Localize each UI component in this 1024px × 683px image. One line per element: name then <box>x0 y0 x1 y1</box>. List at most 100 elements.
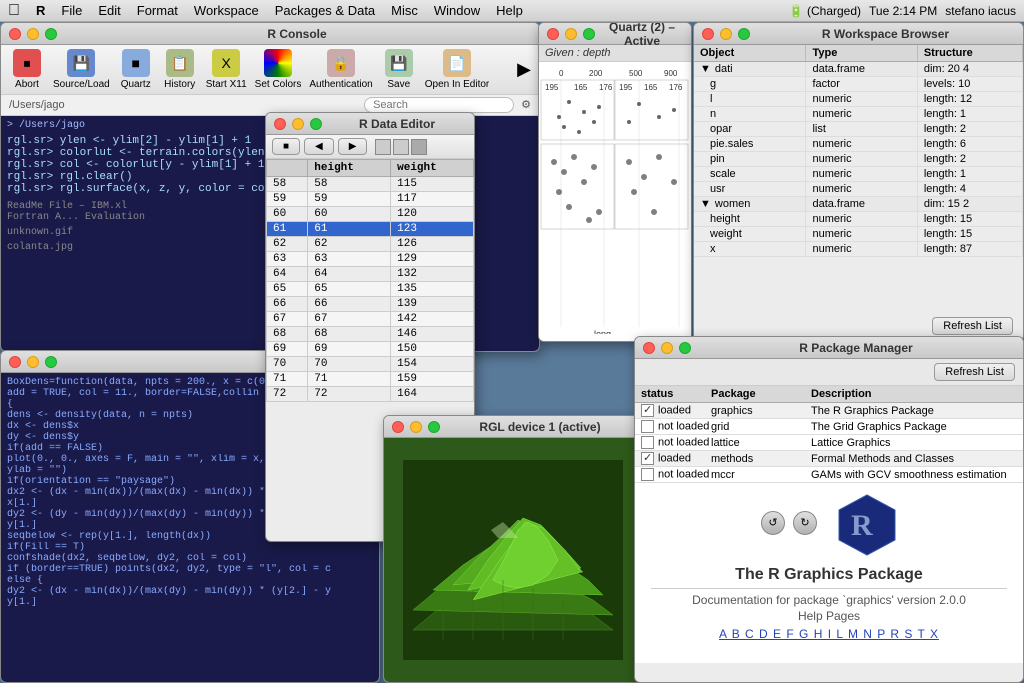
pkg-alphabet[interactable]: A B C D E F G H I L M N P R S T X <box>651 627 1007 641</box>
history-button[interactable]: 📋 History <box>162 49 198 90</box>
data-table-row[interactable]: 6969150 <box>267 342 474 357</box>
workspace-row[interactable]: weightnumericlength: 15 <box>694 227 1023 242</box>
ws-col-structure[interactable]: Structure <box>917 45 1022 62</box>
cell-weight[interactable]: 150 <box>391 342 474 357</box>
r-code-maximize[interactable] <box>45 356 57 368</box>
workspace-minimize[interactable] <box>720 28 732 40</box>
apple-menu[interactable]:  <box>8 2 20 20</box>
menu-edit[interactable]: Edit <box>98 3 120 18</box>
close-button[interactable] <box>9 28 21 40</box>
cell-height[interactable]: 64 <box>308 267 391 282</box>
cell-weight[interactable]: 142 <box>391 312 474 327</box>
data-editor-toolbar-btn1[interactable]: ■ <box>272 138 300 155</box>
save-button[interactable]: 💾 Save <box>381 49 417 90</box>
cell-weight[interactable]: 126 <box>391 237 474 252</box>
set-colors-button[interactable]: Set Colors <box>255 49 302 90</box>
pkg-name[interactable]: methods <box>711 453 811 465</box>
workspace-row[interactable]: xnumericlength: 87 <box>694 242 1023 257</box>
quartz-minimize[interactable] <box>565 28 577 40</box>
minimize-button[interactable] <box>27 28 39 40</box>
cell-weight[interactable]: 129 <box>391 252 474 267</box>
cell-weight[interactable]: 139 <box>391 297 474 312</box>
menu-window[interactable]: Window <box>434 3 480 18</box>
cell-height[interactable]: 70 <box>308 357 391 372</box>
workspace-row[interactable]: ▼datidata.framedim: 20 4 <box>694 62 1023 77</box>
cell-weight[interactable]: 164 <box>391 387 474 402</box>
data-table-row[interactable]: 6666139 <box>267 297 474 312</box>
start-x11-button[interactable]: X Start X11 <box>206 49 247 90</box>
rgl-maximize[interactable] <box>428 421 440 433</box>
workspace-row[interactable]: usrnumericlength: 4 <box>694 182 1023 197</box>
pkg-name[interactable]: lattice <box>711 437 811 449</box>
data-editor-toolbar-btn2[interactable]: ◀ <box>304 138 334 155</box>
menu-misc[interactable]: Misc <box>391 3 418 18</box>
search-settings-icon[interactable]: ⚙ <box>521 99 531 111</box>
pkg-back-button[interactable]: ↺ <box>761 511 785 535</box>
workspace-row[interactable]: gfactorlevels: 10 <box>694 77 1023 92</box>
data-table-row[interactable]: 6767142 <box>267 312 474 327</box>
cell-height[interactable]: 61 <box>308 222 391 237</box>
view-option-3[interactable] <box>411 139 427 155</box>
source-load-button[interactable]: 💾 Source/Load <box>53 49 110 90</box>
quartz-button[interactable]: ■ Quartz <box>118 49 154 90</box>
cell-height[interactable]: 60 <box>308 207 391 222</box>
workspace-row[interactable]: scalenumericlength: 1 <box>694 167 1023 182</box>
cell-weight[interactable]: 159 <box>391 372 474 387</box>
data-table-row[interactable]: 6161123 <box>267 222 474 237</box>
pkg-row[interactable]: loadedgraphicsThe R Graphics Package <box>635 403 1023 419</box>
pkg-manager-minimize[interactable] <box>661 342 673 354</box>
expand-toolbar-button[interactable]: ▶ <box>517 59 531 80</box>
r-code-minimize[interactable] <box>27 356 39 368</box>
cell-weight[interactable]: 120 <box>391 207 474 222</box>
view-option-2[interactable] <box>393 139 409 155</box>
workspace-row[interactable]: pinnumericlength: 2 <box>694 152 1023 167</box>
cell-height[interactable]: 66 <box>308 297 391 312</box>
workspace-row[interactable]: lnumericlength: 12 <box>694 92 1023 107</box>
data-table-row[interactable]: 6060120 <box>267 207 474 222</box>
open-in-editor-button[interactable]: 📄 Open In Editor <box>425 49 489 90</box>
maximize-button[interactable] <box>45 28 57 40</box>
menu-help[interactable]: Help <box>496 3 523 18</box>
pkg-manager-maximize[interactable] <box>679 342 691 354</box>
quartz-maximize[interactable] <box>583 28 595 40</box>
authentication-button[interactable]: 🔒 Authentication <box>309 49 372 90</box>
data-editor-close[interactable] <box>274 118 286 130</box>
col-header-height[interactable]: height <box>308 160 391 177</box>
data-table-row[interactable]: 7272164 <box>267 387 474 402</box>
menu-packages[interactable]: Packages & Data <box>275 3 375 18</box>
menu-file[interactable]: File <box>61 3 82 18</box>
pkg-check-icon[interactable] <box>641 452 654 465</box>
pkg-row[interactable]: not loadedlatticeLattice Graphics <box>635 435 1023 451</box>
data-editor-minimize[interactable] <box>292 118 304 130</box>
pkg-alphabet-links[interactable]: A B C D E F G H I L M N P R S T X <box>719 627 939 641</box>
abort-button[interactable]: ⏹ Abort <box>9 49 45 90</box>
cell-height[interactable]: 72 <box>308 387 391 402</box>
workspace-refresh-button[interactable]: Refresh List <box>932 317 1013 335</box>
cell-height[interactable]: 67 <box>308 312 391 327</box>
data-table-row[interactable]: 6262126 <box>267 237 474 252</box>
cell-height[interactable]: 68 <box>308 327 391 342</box>
pkg-check-icon[interactable] <box>641 420 654 433</box>
pkg-row[interactable]: not loadedmccrGAMs with GCV smoothness e… <box>635 467 1023 483</box>
cell-height[interactable]: 71 <box>308 372 391 387</box>
workspace-row[interactable]: pie.salesnumericlength: 6 <box>694 137 1023 152</box>
pkg-name[interactable]: mccr <box>711 469 811 481</box>
data-editor-toolbar-btn3[interactable]: ▶ <box>338 138 368 155</box>
cell-weight[interactable]: 132 <box>391 267 474 282</box>
workspace-maximize[interactable] <box>738 28 750 40</box>
pkg-forward-button[interactable]: ↻ <box>793 511 817 535</box>
cell-weight[interactable]: 154 <box>391 357 474 372</box>
data-editor-maximize[interactable] <box>310 118 322 130</box>
cell-height[interactable]: 69 <box>308 342 391 357</box>
rgl-close[interactable] <box>392 421 404 433</box>
pkg-refresh-button[interactable]: Refresh List <box>934 363 1015 381</box>
quartz-close[interactable] <box>547 28 559 40</box>
cell-height[interactable]: 63 <box>308 252 391 267</box>
menu-r[interactable]: R <box>36 3 45 18</box>
cell-weight[interactable]: 146 <box>391 327 474 342</box>
rgl-minimize[interactable] <box>410 421 422 433</box>
workspace-row[interactable]: oparlistlength: 2 <box>694 122 1023 137</box>
data-table-row[interactable]: 6565135 <box>267 282 474 297</box>
data-table-row[interactable]: 7171159 <box>267 372 474 387</box>
data-table-row[interactable]: 5959117 <box>267 192 474 207</box>
